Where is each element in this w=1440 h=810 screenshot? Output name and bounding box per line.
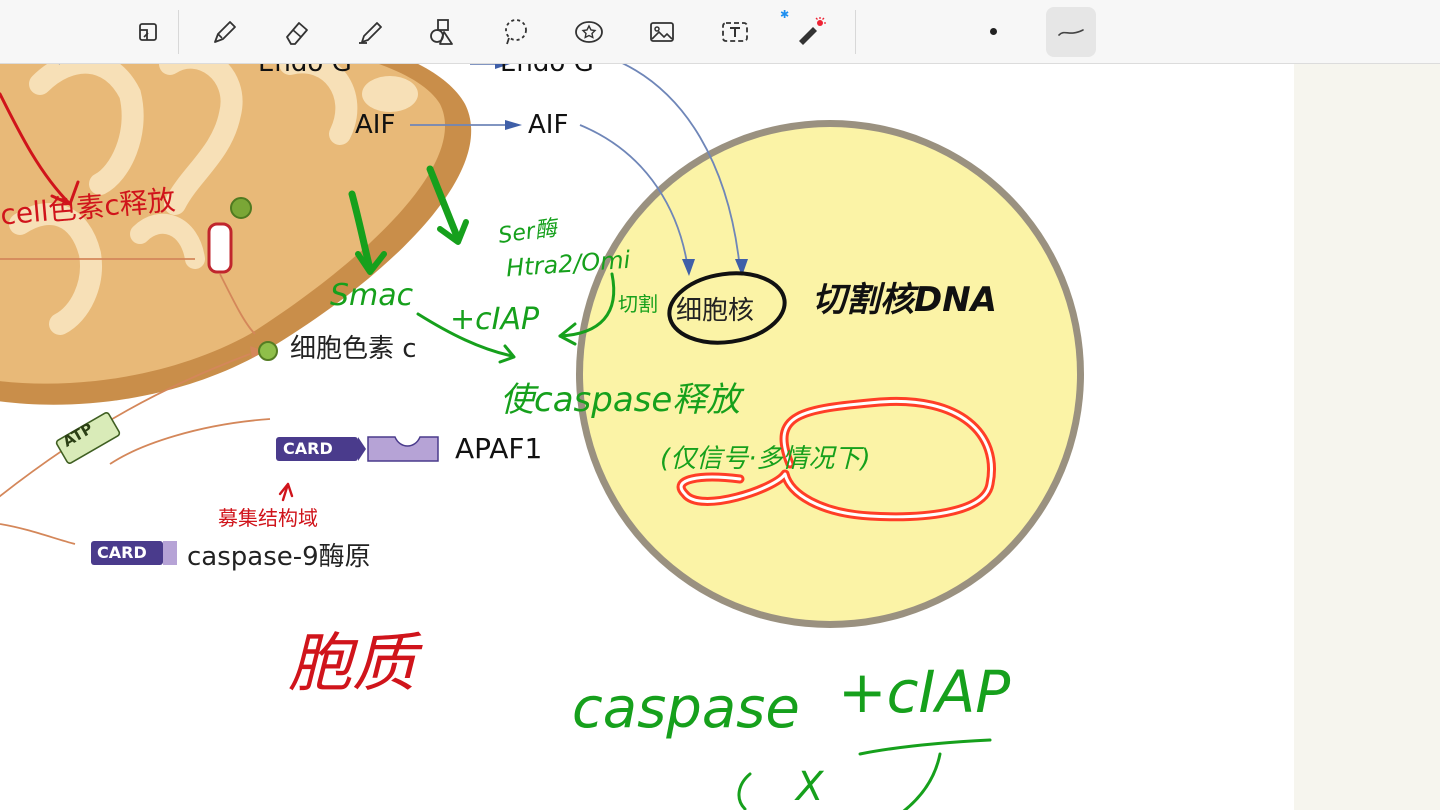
note-cleave-dna: 切割核DNA: [812, 280, 997, 320]
text-box-icon: [722, 22, 748, 42]
highlighter-icon: [359, 22, 382, 44]
note-only-signal: (仅信号·多情况下): [660, 444, 871, 474]
stroke-style-button[interactable]: [1046, 7, 1096, 57]
note-caspase-release: 使caspase释放: [500, 380, 741, 420]
caspase9-label: caspase-9酶原: [187, 542, 371, 572]
card-apaf-label: CARD: [283, 439, 333, 458]
image-tool[interactable]: [640, 10, 684, 54]
eraser-icon: [286, 22, 308, 45]
card-caspase-label: CARD: [97, 543, 147, 562]
apaf1-label: APAF1: [455, 432, 543, 465]
note-cleave: 切割: [618, 292, 658, 316]
lasso-tool[interactable]: [494, 10, 538, 54]
laser-pointer-tool[interactable]: [788, 10, 832, 54]
note-nucleus: 细胞核: [676, 296, 755, 326]
lasso-icon: [505, 19, 527, 45]
note-caspase-bottom: caspase: [572, 676, 800, 741]
note-x-mark: X: [796, 764, 824, 810]
toolbar-separator: [855, 10, 856, 54]
note-recruit: 募集结构域: [218, 506, 318, 530]
note-ciap-mid: +cIAP: [450, 302, 540, 337]
toolbar: ✱: [0, 0, 1440, 64]
note-canvas[interactable]: Endo G Endo G AIF AIF 细胞色素 c ATP CARD AP…: [0, 64, 1294, 810]
text-tool[interactable]: [713, 10, 757, 54]
shapes-icon: [430, 19, 453, 45]
aif-right-label: AIF: [528, 110, 569, 140]
sidebar-margin: [1294, 64, 1440, 810]
image-icon: [650, 22, 674, 42]
stroke-size-dot-icon[interactable]: [990, 28, 997, 35]
note-smac: Smac: [330, 278, 414, 313]
toolbar-separator: [178, 10, 179, 54]
shapes-tool[interactable]: [420, 10, 464, 54]
pen-icon: [214, 21, 236, 43]
page-layout-button[interactable]: [126, 10, 170, 54]
pen-tool[interactable]: [202, 10, 246, 54]
page-layout-icon: [139, 23, 157, 41]
highlighter-tool[interactable]: [348, 10, 392, 54]
cytochrome-c-dot: [258, 341, 278, 361]
note-ciap-bottom: +cIAP: [838, 658, 1011, 726]
laser-pointer-icon: [799, 17, 826, 45]
aif-left-label: AIF: [355, 110, 396, 140]
sticker-tool[interactable]: [567, 10, 611, 54]
note-cytoplasm: 胞质: [288, 627, 416, 701]
endo-g-left-label: Endo G: [258, 64, 352, 78]
sticker-icon: [575, 21, 603, 43]
cytochrome-c-label: 细胞色素 c: [290, 334, 417, 364]
stroke-style-icon: [1058, 29, 1084, 36]
eraser-tool[interactable]: [275, 10, 319, 54]
endo-g-right-label: Endo G: [500, 64, 594, 78]
